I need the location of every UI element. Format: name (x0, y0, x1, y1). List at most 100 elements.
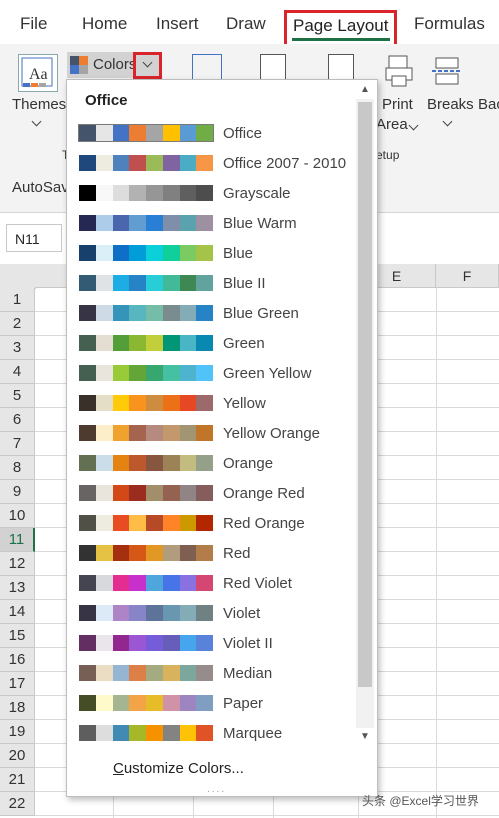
color-swatch (162, 725, 180, 741)
breaks-chevron-icon[interactable] (442, 116, 453, 127)
color-scheme-item[interactable]: Green (79, 330, 365, 358)
color-swatch (95, 335, 113, 351)
color-scheme-item[interactable]: Blue Green (79, 300, 365, 328)
row-header[interactable]: 18 (0, 696, 35, 720)
themes-icon[interactable]: Aa (18, 54, 58, 92)
color-swatch (146, 365, 163, 381)
color-swatch (112, 335, 130, 351)
name-box[interactable]: N11 (6, 224, 62, 252)
row-header[interactable]: 13 (0, 576, 35, 600)
color-scheme-item[interactable]: Red (79, 540, 365, 568)
tab-formulas[interactable]: Formulas (414, 14, 485, 34)
row-header[interactable]: 12 (0, 552, 35, 576)
color-swatch-strip (79, 725, 213, 741)
color-swatch-strip (79, 695, 213, 711)
color-swatch (162, 215, 180, 231)
row-header[interactable]: 17 (0, 672, 35, 696)
color-swatch (196, 425, 213, 441)
color-swatch (146, 125, 163, 141)
themes-chevron-icon[interactable] (31, 116, 42, 127)
color-swatch (146, 665, 163, 681)
resize-grip-icon[interactable]: .... (207, 784, 226, 795)
tab-home[interactable]: Home (82, 14, 127, 34)
color-scheme-item[interactable]: Yellow (79, 390, 365, 418)
color-swatch (112, 185, 130, 201)
tab-insert[interactable]: Insert (156, 14, 199, 34)
tab-page-layout[interactable]: Page Layout (293, 16, 388, 36)
color-scheme-item[interactable]: Grayscale (79, 180, 365, 208)
color-swatch (95, 365, 113, 381)
color-scheme-item[interactable]: Blue Warm (79, 210, 365, 238)
row-header[interactable]: 4 (0, 360, 35, 384)
color-scheme-label: Grayscale (223, 185, 291, 202)
row-header[interactable]: 10 (0, 504, 35, 528)
row-header[interactable]: 22 (0, 792, 35, 816)
color-swatch (162, 185, 180, 201)
area-label[interactable]: Area (376, 116, 408, 133)
color-scheme-item[interactable]: Orange Red (79, 480, 365, 508)
color-swatch (179, 185, 197, 201)
color-swatch (179, 425, 197, 441)
color-swatch (95, 635, 113, 651)
row-header[interactable]: 8 (0, 456, 35, 480)
themes-label[interactable]: Themes (12, 96, 66, 113)
row-header[interactable]: 14 (0, 600, 35, 624)
color-scheme-item[interactable]: Marquee (79, 720, 365, 748)
colors-chevron-icon[interactable] (142, 57, 153, 68)
tab-file[interactable]: File (20, 14, 47, 34)
row-header[interactable]: 21 (0, 768, 35, 792)
column-header-f[interactable]: F (436, 264, 499, 288)
row-header[interactable]: 7 (0, 432, 35, 456)
background-label[interactable]: Bac (478, 96, 499, 113)
breaks-icon[interactable] (432, 56, 462, 86)
row-header[interactable]: 20 (0, 744, 35, 768)
color-scheme-label: Yellow (223, 395, 266, 412)
color-scheme-item[interactable]: Violet II (79, 630, 365, 658)
color-swatch (179, 125, 197, 141)
row-header[interactable]: 1 (0, 288, 35, 312)
color-scheme-item[interactable]: Office (78, 120, 365, 148)
row-header[interactable]: 3 (0, 336, 35, 360)
print-area-chevron-icon[interactable] (408, 120, 419, 131)
color-scheme-item[interactable]: Red Orange (79, 510, 365, 538)
color-swatch-strip (78, 124, 214, 142)
autosave-label[interactable]: AutoSav (12, 179, 69, 196)
color-scheme-item[interactable]: Yellow Orange (79, 420, 365, 448)
breaks-label[interactable]: Breaks (427, 96, 474, 113)
color-swatch (129, 245, 146, 261)
color-scheme-item[interactable]: Orange (79, 450, 365, 478)
color-swatch (129, 395, 146, 411)
row-header[interactable]: 11 (0, 528, 35, 552)
color-scheme-item[interactable]: Paper (79, 690, 365, 718)
color-swatch (95, 485, 113, 501)
row-header[interactable]: 6 (0, 408, 35, 432)
color-scheme-item[interactable]: Office 2007 - 2010 (79, 150, 365, 178)
color-scheme-item[interactable]: Red Violet (79, 570, 365, 598)
row-header[interactable]: 9 (0, 480, 35, 504)
color-scheme-item[interactable]: Median (79, 660, 365, 688)
color-scheme-label: Median (223, 665, 273, 682)
color-scheme-item[interactable]: Green Yellow (79, 360, 365, 388)
row-header[interactable]: 16 (0, 648, 35, 672)
color-scheme-label: Orange Red (223, 485, 305, 502)
color-scheme-item[interactable]: Blue (79, 240, 365, 268)
color-swatch (179, 245, 197, 261)
color-swatch (146, 155, 163, 171)
print-area-icon[interactable] (384, 54, 414, 88)
color-swatch (79, 155, 96, 171)
row-header[interactable]: 19 (0, 720, 35, 744)
color-scheme-item[interactable]: Blue II (79, 270, 365, 298)
colors-dropdown-highlight[interactable] (133, 52, 162, 79)
scroll-up-icon[interactable]: ▲ (356, 81, 374, 99)
color-scheme-item[interactable]: Violet (79, 600, 365, 628)
row-header[interactable]: 2 (0, 312, 35, 336)
color-scheme-label: Office (223, 125, 262, 142)
customize-colors-link[interactable]: Customize Colors... (113, 760, 244, 777)
color-swatch (129, 725, 146, 741)
color-swatch (179, 605, 197, 621)
tab-draw[interactable]: Draw (226, 14, 266, 34)
select-all-corner[interactable] (0, 264, 36, 289)
row-header[interactable]: 5 (0, 384, 35, 408)
row-header[interactable]: 15 (0, 624, 35, 648)
print-label[interactable]: Print (382, 96, 413, 113)
